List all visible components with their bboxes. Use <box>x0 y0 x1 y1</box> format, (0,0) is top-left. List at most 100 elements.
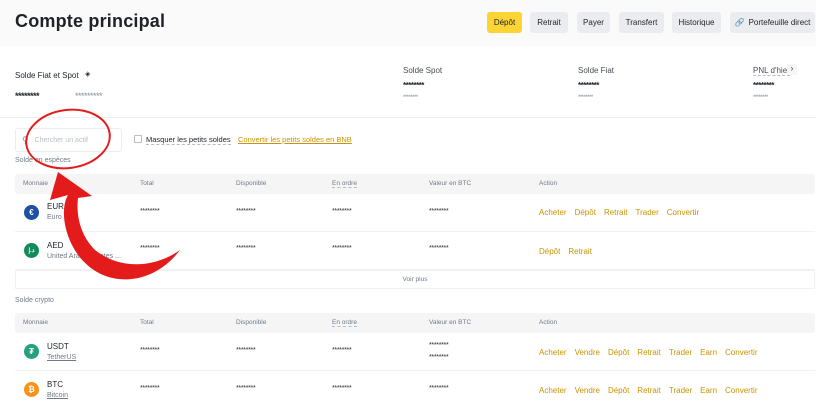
deposit-link[interactable]: Dépôt <box>575 208 596 217</box>
fiat-balance-value: ******** <box>578 81 599 90</box>
table-row: € EUR Euro ******** ******** ******** **… <box>15 194 815 232</box>
withdraw-button[interactable]: Retrait <box>530 12 568 33</box>
btc-value-sub: ******** <box>429 354 449 361</box>
page-title: Compte principal <box>15 11 166 31</box>
pnl-sub: ******** <box>753 95 768 101</box>
col-currency[interactable]: Monnaie <box>23 319 48 326</box>
col-available[interactable]: Disponible <box>236 180 266 187</box>
hide-small-checkbox[interactable] <box>134 135 142 143</box>
hide-balance-icon[interactable]: ◈ <box>85 70 94 79</box>
in-order-value: ******** <box>332 385 352 392</box>
tether-coin-icon: ₮ <box>24 344 39 359</box>
convert-link[interactable]: Convertir <box>667 208 699 217</box>
divider <box>0 117 816 118</box>
spot-balance-label: Solde Spot <box>403 66 443 75</box>
col-action: Action <box>539 180 558 187</box>
available-value: ******** <box>236 385 256 392</box>
chevron-right-icon[interactable]: › <box>787 64 797 75</box>
currency-name-link[interactable]: TetherUS <box>47 354 76 361</box>
currency-name-link[interactable]: Bitcoin <box>47 392 68 399</box>
show-more-button[interactable]: Voir plus <box>15 270 815 289</box>
pay-button[interactable]: Payer <box>577 12 610 33</box>
pnl-label[interactable]: PNL d'hier <box>753 66 790 76</box>
btc-value: ******** <box>429 385 449 392</box>
balance-label: Solde Fiat et Spot <box>15 71 79 80</box>
withdraw-link[interactable]: Retrait <box>604 208 628 217</box>
col-in-order[interactable]: En ordre <box>332 180 357 188</box>
spot-balance-sub: ******** <box>403 95 418 101</box>
convert-link[interactable]: Convertir <box>725 386 757 395</box>
btc-value: ******** <box>429 245 449 252</box>
col-total[interactable]: Total <box>140 319 154 326</box>
col-btc-value[interactable]: Valeur en BTC <box>429 319 471 326</box>
buy-link[interactable]: Acheter <box>539 386 567 395</box>
col-btc-value[interactable]: Valeur en BTC <box>429 180 471 187</box>
link-icon: 🔗 <box>734 18 745 27</box>
row-actions: Acheter Vendre Dépôt Retrait Trader Earn Conve… <box>539 386 757 395</box>
btc-value: ******** <box>429 208 449 215</box>
table-row: ₿ BTC Bitcoin ******** ******** ********… <box>15 371 815 409</box>
crypto-section-title: Solde crypto <box>15 297 54 304</box>
spot-balance-value: ******** <box>403 81 424 90</box>
withdraw-link[interactable]: Retrait <box>568 247 592 256</box>
pnl-value: ******** <box>753 81 774 90</box>
total-value: ******** <box>140 347 160 354</box>
search-placeholder: Chercher un actif <box>34 136 88 144</box>
convert-small-link[interactable]: Convertir les petits soldes en BNB <box>238 135 352 144</box>
fiat-section-title: Solde en espèces <box>15 157 71 164</box>
available-value: ******** <box>236 208 256 215</box>
deposit-link[interactable]: Dépôt <box>608 348 629 357</box>
in-order-value: ******** <box>332 245 352 252</box>
currency-name: Euro <box>47 214 62 221</box>
currency-name: United Arab Emirates ... <box>47 253 121 260</box>
sell-link[interactable]: Vendre <box>575 348 600 357</box>
col-currency[interactable]: Monnaie <box>23 180 48 187</box>
earn-link[interactable]: Earn <box>700 348 717 357</box>
trade-link[interactable]: Trader <box>669 386 692 395</box>
withdraw-link[interactable]: Retrait <box>637 348 661 357</box>
col-action: Action <box>539 319 558 326</box>
row-actions: Acheter Vendre Dépôt Retrait Trader Earn Conve… <box>539 348 757 357</box>
direct-wallet-label: Portefeuille direct <box>748 18 811 27</box>
deposit-button[interactable]: Dépôt <box>487 12 522 33</box>
available-value: ******** <box>236 245 256 252</box>
available-value: ******** <box>236 347 256 354</box>
balance-value-secondary: ********* <box>75 91 103 101</box>
convert-link[interactable]: Convertir <box>725 348 757 357</box>
buy-link[interactable]: Acheter <box>539 208 567 217</box>
currency-code: USDT <box>47 342 69 351</box>
search-input[interactable]: ⚲ Chercher un actif <box>15 128 122 152</box>
deposit-link[interactable]: Dépôt <box>608 386 629 395</box>
transfer-button[interactable]: Transfert <box>619 12 664 33</box>
table-row: د.إ AED United Arab Emirates ... *******… <box>15 232 815 270</box>
total-value: ******** <box>140 385 160 392</box>
direct-wallet-button[interactable]: 🔗 Portefeuille direct <box>730 12 815 33</box>
currency-code: EUR <box>47 202 64 211</box>
withdraw-link[interactable]: Retrait <box>637 386 661 395</box>
hide-small-label[interactable]: Masquer les petits soldes <box>146 135 231 145</box>
in-order-value: ******** <box>332 208 352 215</box>
col-total[interactable]: Total <box>140 180 154 187</box>
total-value: ******** <box>140 208 160 215</box>
balance-value: ******** <box>15 91 40 101</box>
bitcoin-coin-icon: ₿ <box>24 382 39 397</box>
earn-link[interactable]: Earn <box>700 386 717 395</box>
crypto-table-header: Monnaie Total Disponible En ordre Valeur… <box>15 313 815 333</box>
trade-link[interactable]: Trader <box>669 348 692 357</box>
currency-code: BTC <box>47 380 63 389</box>
history-button[interactable]: Historique <box>672 12 721 33</box>
col-available[interactable]: Disponible <box>236 319 266 326</box>
total-value: ******** <box>140 245 160 252</box>
row-actions: Dépôt Retrait <box>539 247 592 256</box>
buy-link[interactable]: Acheter <box>539 348 567 357</box>
trade-link[interactable]: Trader <box>636 208 659 217</box>
row-actions: Acheter Dépôt Retrait Trader Convertir <box>539 208 699 217</box>
fiat-table-header: Monnaie Total Disponible En ordre Valeur… <box>15 174 815 194</box>
dirham-coin-icon: د.إ <box>24 243 39 258</box>
search-icon: ⚲ <box>22 134 29 145</box>
fiat-balance-label: Solde Fiat <box>578 66 615 75</box>
sell-link[interactable]: Vendre <box>575 386 600 395</box>
col-in-order[interactable]: En ordre <box>332 319 357 327</box>
currency-code: AED <box>47 241 64 250</box>
deposit-link[interactable]: Dépôt <box>539 247 560 256</box>
